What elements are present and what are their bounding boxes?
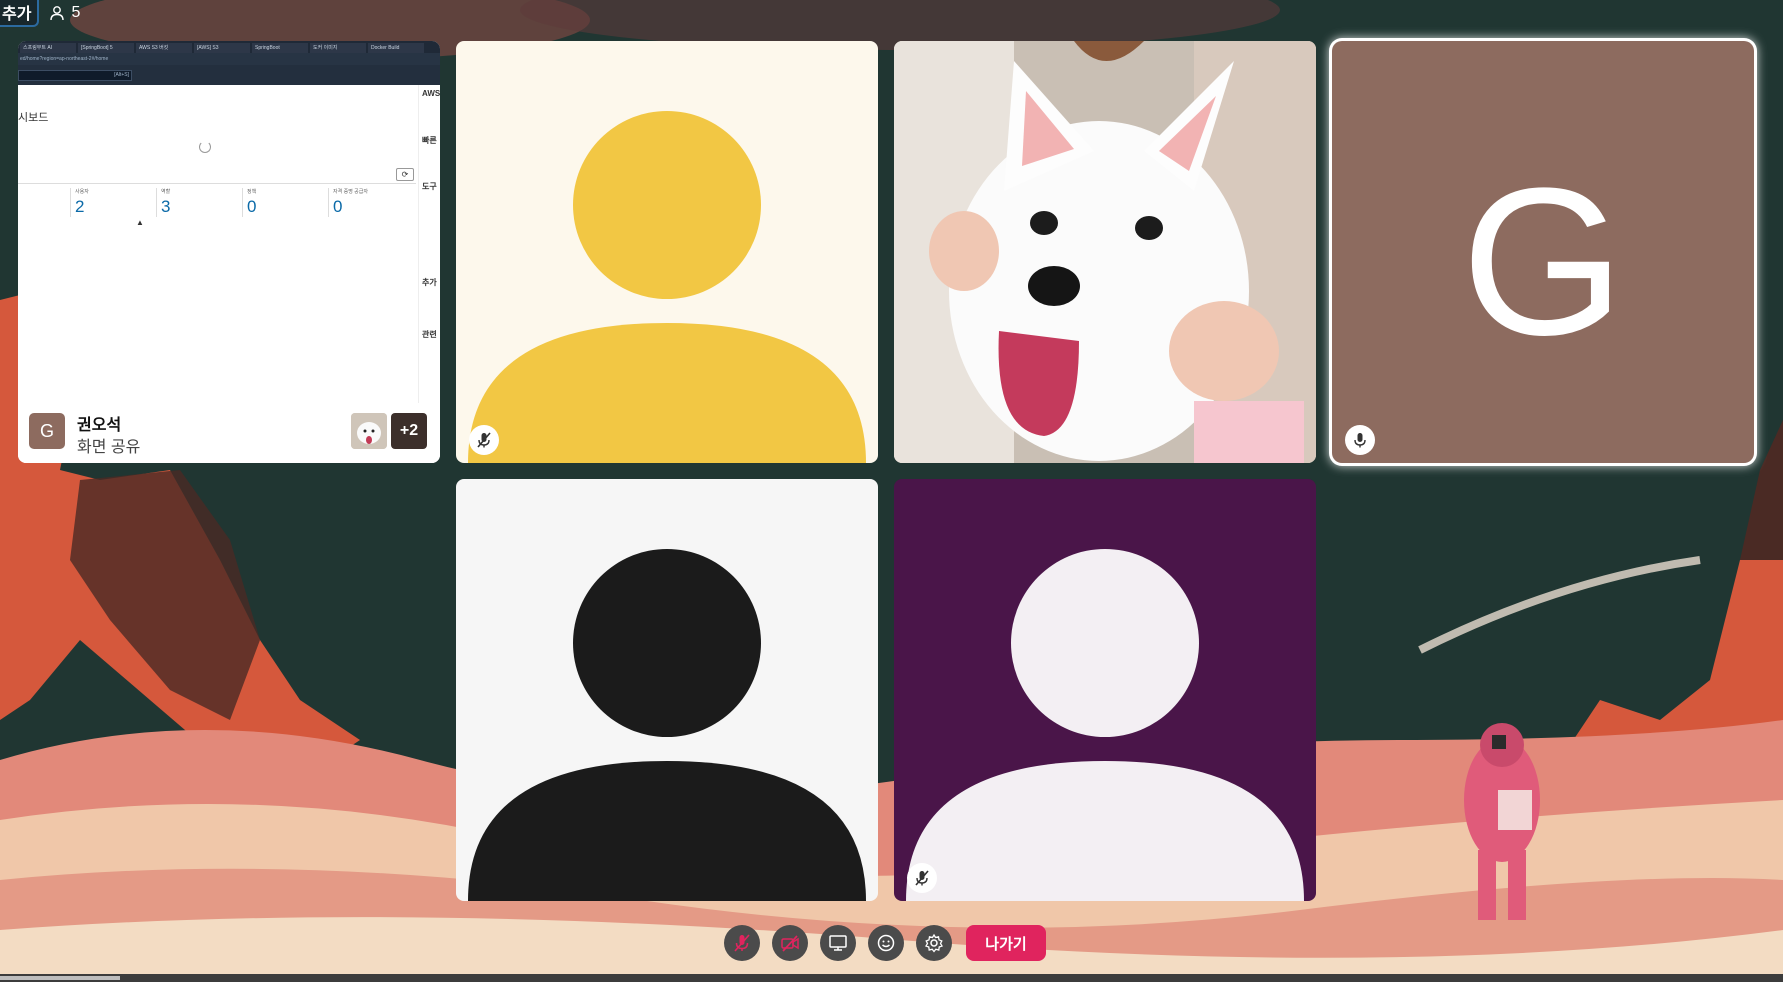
participant-tile-dog-video[interactable] [894,41,1316,463]
mic-off-icon [469,425,499,455]
mic-on-icon [1345,425,1375,455]
presenter-name: 권오석 [77,417,122,434]
metric-roles: 역할 3 [156,188,239,217]
side-panel-heading: AWS [422,89,440,98]
shared-dashboard-title: 시보드 [18,112,49,124]
metric-value: 3 [161,197,171,216]
default-avatar-icon [468,549,866,901]
metric-label: 역할 [161,189,171,195]
metric-value: 0 [333,197,343,216]
participant-count[interactable]: 5 [49,4,80,22]
side-panel-section: 관련 [422,330,437,339]
side-panel-section: 추가 [422,278,437,287]
participant-tile-g[interactable]: G [1332,41,1754,463]
mouse-cursor-icon: ▲ [136,218,144,227]
participant-thumbnail[interactable] [351,413,387,449]
camera-toggle-button[interactable] [772,925,808,961]
loading-spinner-icon [199,141,211,153]
settings-button[interactable] [916,925,952,961]
shared-tab: [AWS] S3 [194,43,250,53]
add-button[interactable]: 추가 [0,0,40,27]
emoji-icon [877,934,895,952]
share-label: 화면 공유 [77,439,141,456]
settings-icon [925,933,943,953]
shared-address-bar: ed/home?region=ap-northeast-2#/home [18,53,440,65]
screen-share-button[interactable] [820,925,856,961]
dog-thumbnail-icon [351,413,387,449]
screen-share-icon [829,935,847,951]
participant-tile-user4[interactable] [894,479,1316,901]
participant-tile-user3[interactable] [456,479,878,901]
horizontal-scrollbar[interactable] [0,976,120,980]
metric-value: 2 [75,197,85,216]
metric-value: 0 [247,197,257,216]
shared-browser-tabs: 스프링부트 AI [SpringBoot] 5 AWS S3 버킷 [AWS] … [18,41,440,53]
shared-tab: SpringBoot [252,43,308,53]
side-panel-section: 빠른 [422,136,437,145]
shared-tab: AWS S3 버킷 [136,43,192,53]
metric-policies: 정책 0 [242,188,325,217]
person-icon [50,6,65,21]
shared-tab: [SpringBoot] 5 [78,43,134,53]
leave-button-label: 나가기 [985,935,1027,953]
shared-search-box: [Alt+S] [18,70,132,81]
divider [18,183,416,184]
mic-off-icon [907,863,937,893]
shared-aws-nav: [Alt+S] [18,65,440,85]
metric-label: 정책 [247,189,257,195]
default-avatar-icon [906,549,1304,901]
avatar: G [29,413,65,449]
avatar-initial: G [1461,144,1625,379]
shared-tab: 도커 이미지 [310,43,366,53]
shared-tab: Docker Build [368,43,424,53]
leave-button[interactable]: 나가기 [966,925,1046,961]
screen-share-tile[interactable]: 스프링부트 AI [SpringBoot] 5 AWS S3 버킷 [AWS] … [18,41,440,463]
call-controls: 나가기 [0,922,1783,962]
add-button-label: 추가 [2,6,32,23]
more-participants-badge[interactable]: +2 [391,413,427,449]
screen-share-footer: G 권오석 화면 공유 +2 [18,403,440,463]
top-bar: 추가 5 [0,0,80,27]
participant-tile-user1[interactable] [456,41,878,463]
participant-count-value: 5 [71,4,81,21]
metric-providers: 자격 증명 공급자 0 [328,188,411,217]
metric-users: 사용자 2 [70,188,153,217]
dog-video-image [894,41,1316,463]
camera-off-icon [781,935,799,952]
emoji-button[interactable] [868,925,904,961]
shared-tab: 스프링부트 AI [20,43,76,53]
default-avatar-icon [468,111,866,463]
mic-toggle-button[interactable] [724,925,760,961]
refresh-icon: ⟳ [396,168,414,181]
mic-off-icon [734,934,750,952]
metric-label: 자격 증명 공급자 [333,189,368,195]
side-panel-section: 도구 [422,182,437,191]
metric-label: 사용자 [75,189,89,195]
bottom-scroll-strip [0,974,1783,982]
